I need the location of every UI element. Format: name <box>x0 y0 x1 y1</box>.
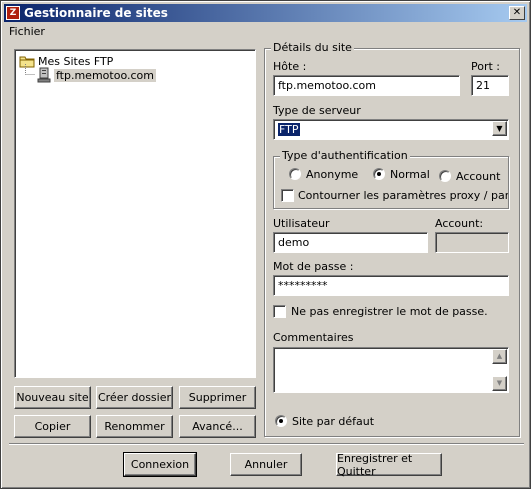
new-folder-button[interactable]: Créer dossier <box>96 386 173 409</box>
advanced-button[interactable]: Avancé... <box>179 415 256 438</box>
comments-textarea[interactable]: ▲ ▼ <box>273 347 509 393</box>
comments-label: Commentaires <box>273 331 354 344</box>
bypass-proxy-label: Contourner les paramètres proxy / pare-f… <box>298 189 508 202</box>
user-label: Utilisateur <box>273 217 330 230</box>
new-site-button[interactable]: Nouveau site <box>14 386 91 409</box>
copy-button[interactable]: Copier <box>14 415 91 438</box>
radio-selected-dot <box>377 172 381 176</box>
dont-save-password-checkbox[interactable] <box>273 305 286 318</box>
delete-button[interactable]: Supprimer <box>179 386 256 409</box>
account-input[interactable] <box>435 232 509 253</box>
dont-save-password-label: Ne pas enregistrer le mot de passe. <box>291 305 488 318</box>
port-label: Port : <box>471 60 501 73</box>
tree-root-label: Mes Sites FTP <box>38 54 114 68</box>
radio-normal-label: Normal <box>390 168 430 181</box>
chevron-down-icon[interactable]: ▼ <box>492 121 507 136</box>
menu-bar: Fichier <box>9 25 45 41</box>
auth-type-title: Type d'authentification <box>280 149 410 162</box>
radio-normal[interactable] <box>373 168 385 180</box>
bypass-proxy-checkbox[interactable] <box>281 189 294 202</box>
port-input[interactable]: 21 <box>471 75 509 96</box>
site-details-title: Détails du site <box>271 41 354 54</box>
radio-selected-dot <box>279 419 283 423</box>
site-tree[interactable]: Mes Sites FTP ftp.memotoo.com <box>14 49 256 378</box>
password-label: Mot de passe : <box>273 260 354 273</box>
server-icon <box>37 67 51 83</box>
radio-account-label: Account <box>456 170 501 183</box>
tree-item-site-label: ftp.memotoo.com <box>54 68 156 82</box>
close-button[interactable]: ✕ <box>509 6 525 20</box>
password-input[interactable]: ********* <box>273 275 509 296</box>
server-type-label: Type de serveur <box>273 104 361 117</box>
scroll-down-icon[interactable]: ▼ <box>492 376 507 391</box>
save-and-quit-button[interactable]: Enregistrer et Quitter <box>336 452 442 478</box>
account-label: Account: <box>435 217 484 230</box>
host-input[interactable]: ftp.memotoo.com <box>273 75 460 96</box>
tree-item-site[interactable]: ftp.memotoo.com <box>37 67 156 83</box>
site-manager-window: Z Gestionnaire de sites ✕ Fichier Mes Si… <box>0 0 531 489</box>
rename-button[interactable]: Renommer <box>96 415 173 438</box>
menu-file[interactable]: Fichier <box>9 25 45 38</box>
radio-anonymous-label: Anonyme <box>306 168 359 181</box>
server-type-value: FTP <box>278 123 300 136</box>
connect-button[interactable]: Connexion <box>123 452 197 477</box>
filezilla-app-icon: Z <box>6 6 20 20</box>
default-site-radio[interactable] <box>275 415 287 427</box>
separator-line <box>9 443 524 445</box>
radio-anonymous[interactable] <box>289 168 301 180</box>
server-type-select[interactable]: FTP ▼ <box>273 119 509 140</box>
cancel-button[interactable]: Annuler <box>230 453 302 476</box>
title-bar[interactable]: Z Gestionnaire de sites ✕ <box>4 4 527 22</box>
host-label: Hôte : <box>273 60 307 73</box>
radio-account[interactable] <box>439 170 451 182</box>
default-site-label: Site par défaut <box>292 415 375 428</box>
user-input[interactable]: demo <box>273 232 428 253</box>
scroll-up-icon[interactable]: ▲ <box>492 349 507 364</box>
window-title: Gestionnaire de sites <box>24 6 168 20</box>
